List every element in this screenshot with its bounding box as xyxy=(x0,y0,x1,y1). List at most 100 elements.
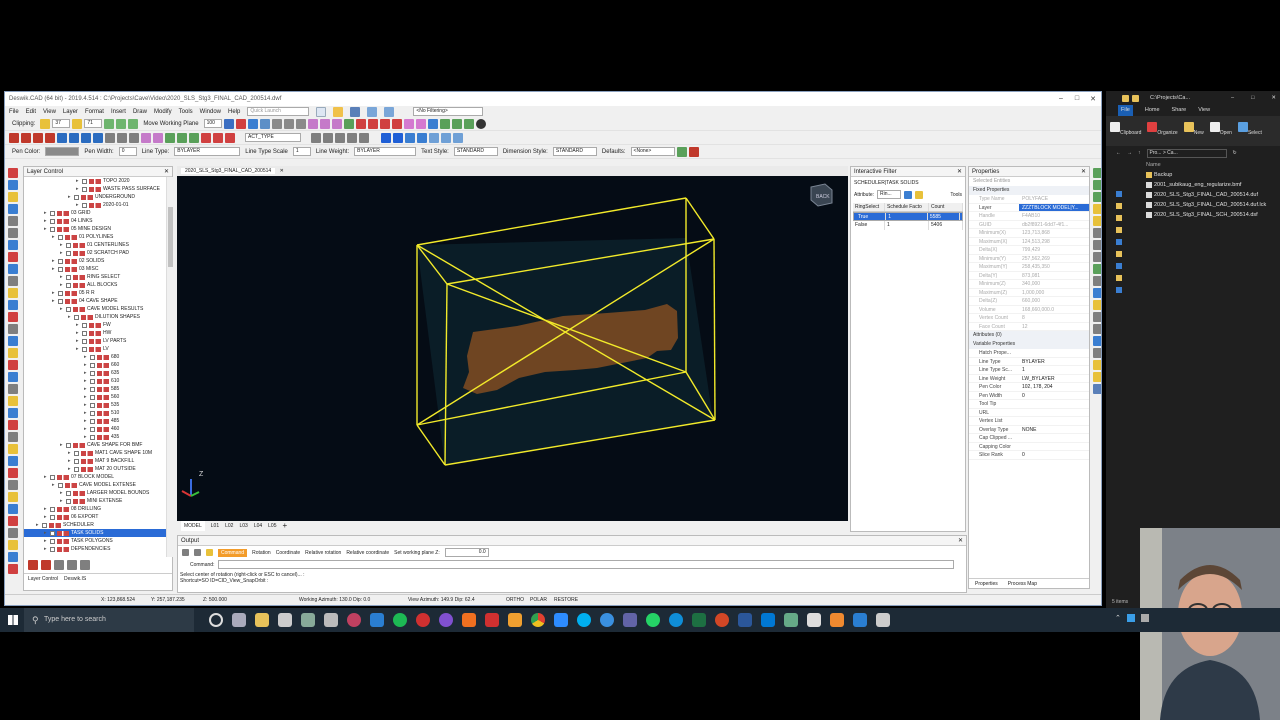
tool-strip-icon[interactable] xyxy=(8,252,18,262)
fixed-properties-header[interactable]: Fixed Properties xyxy=(969,186,1089,195)
render-icon-2[interactable] xyxy=(355,118,366,129)
maximize-icon[interactable]: □ xyxy=(1251,95,1268,101)
dimension-style-select[interactable]: STANDARD xyxy=(552,147,597,156)
property-row[interactable]: Vertex Count 8 xyxy=(969,314,1089,323)
app-icon[interactable] xyxy=(852,613,867,627)
file-explorer-icon[interactable] xyxy=(254,613,269,627)
tool-strip-icon[interactable] xyxy=(8,192,18,202)
save-icon[interactable] xyxy=(350,106,361,117)
layer-tree-item[interactable]: ▸ DEPENDENCIES xyxy=(24,545,166,553)
layer-visibility-checkbox[interactable] xyxy=(82,202,87,208)
col-ringselect[interactable]: RingSelect xyxy=(853,203,885,211)
tool-icon-6[interactable] xyxy=(463,118,474,129)
layer-tree-item[interactable]: ▸ 01 CENTERLINES xyxy=(24,241,166,249)
property-row[interactable]: Face Count 12 xyxy=(969,323,1089,331)
line-type-scale-input[interactable]: 1 xyxy=(292,147,311,156)
layer-visibility-checkbox[interactable] xyxy=(58,266,63,272)
variable-properties-header[interactable]: Variable Properties xyxy=(969,340,1089,349)
pen-color-select[interactable] xyxy=(45,147,80,156)
right-tool-icon[interactable] xyxy=(1093,288,1101,298)
whatsapp-icon[interactable] xyxy=(645,613,660,627)
app-icon[interactable] xyxy=(438,613,453,627)
layer-state-icon[interactable] xyxy=(57,506,69,512)
layer-state-icon[interactable] xyxy=(73,242,85,248)
layer-visibility-checkbox[interactable] xyxy=(90,370,95,376)
layer-tree-item[interactable]: ▸ 435 xyxy=(24,433,166,441)
layer-visibility-checkbox[interactable] xyxy=(50,538,55,544)
tab-l03[interactable]: L03 xyxy=(239,521,247,531)
col-count[interactable]: Count xyxy=(929,203,963,211)
layer-visibility-checkbox[interactable] xyxy=(90,362,95,368)
tool-strip-icon[interactable] xyxy=(8,300,18,310)
filter-icon-2[interactable] xyxy=(323,132,333,143)
back-icon[interactable]: ← xyxy=(1116,150,1121,156)
excel-icon[interactable] xyxy=(691,613,706,627)
tool-strip-icon[interactable] xyxy=(8,552,18,562)
arrow-down-icon[interactable] xyxy=(223,118,234,129)
view-icon[interactable] xyxy=(104,118,115,129)
nav-pane-icon[interactable] xyxy=(1116,227,1122,233)
layer-tree-item[interactable]: ▸ 535 xyxy=(24,401,166,409)
layer-state-icon[interactable] xyxy=(89,322,101,328)
clip-a-input[interactable]: 37 xyxy=(52,119,71,128)
layer-state-icon[interactable] xyxy=(73,306,85,312)
selected-entities[interactable]: Selected Entities xyxy=(969,177,1089,186)
layer-state-icon[interactable] xyxy=(65,298,77,304)
layer-visibility-checkbox[interactable] xyxy=(66,306,71,312)
task-view-icon[interactable] xyxy=(231,613,246,627)
render-icon-5[interactable] xyxy=(391,118,402,129)
relative-coordinate-button[interactable]: Relative coordinate xyxy=(346,550,389,556)
refresh-icon[interactable]: ↻ xyxy=(1233,150,1237,156)
tool-strip-icon[interactable] xyxy=(8,264,18,274)
property-row[interactable]: Minimum(X) 123,713,868 xyxy=(969,229,1089,238)
app-icon[interactable] xyxy=(484,613,499,627)
layer-state-icon[interactable] xyxy=(57,226,69,232)
property-row[interactable]: Layer ZZZTBLOCK MODEL|Y... xyxy=(969,203,1089,212)
right-tool-icon[interactable] xyxy=(1093,336,1101,346)
layer-state-icon[interactable] xyxy=(97,394,109,400)
layer-tree-item[interactable]: ▸ MAT1 CAVE SHAPE 10M xyxy=(24,449,166,457)
edge-icon[interactable] xyxy=(668,613,683,627)
layer-tree-item[interactable]: ▸ 06 EXPORT xyxy=(24,513,166,521)
layer-icon-3[interactable] xyxy=(33,132,43,143)
tab-process-map[interactable]: Process Map xyxy=(1008,579,1037,588)
layer-filter-icon[interactable] xyxy=(54,560,64,570)
layer-state-icon[interactable] xyxy=(73,442,85,448)
layer-icon-16[interactable] xyxy=(189,132,199,143)
layer-visibility-checkbox[interactable] xyxy=(58,290,63,296)
color-icon-blue-3[interactable] xyxy=(405,132,415,143)
color-icon-blue[interactable] xyxy=(381,132,391,143)
outlook-icon[interactable] xyxy=(760,613,775,627)
tool-strip-icon[interactable] xyxy=(8,384,18,394)
layer-tree-item[interactable]: ▸ RING SELECT xyxy=(24,273,166,281)
app-icon[interactable] xyxy=(369,613,384,627)
nav-cube[interactable]: BACK xyxy=(810,183,833,207)
property-row[interactable]: Delta(X) 799,429 xyxy=(969,246,1089,255)
layer-tree-item[interactable]: ▸ 585 xyxy=(24,385,166,393)
tab-view[interactable]: View xyxy=(1198,105,1210,116)
layer-tree-item[interactable]: ▸ 635 xyxy=(24,369,166,377)
tool-strip-icon[interactable] xyxy=(8,288,18,298)
render-icon[interactable] xyxy=(343,118,354,129)
view-icon-2[interactable] xyxy=(116,118,127,129)
layer-tree-item[interactable]: ▸ HW xyxy=(24,329,166,337)
layer-visibility-checkbox[interactable] xyxy=(90,426,95,432)
tab-l01[interactable]: L01 xyxy=(211,521,219,531)
scrollbar-thumb[interactable] xyxy=(168,207,173,267)
layer-state-icon[interactable] xyxy=(97,402,109,408)
right-tool-icon[interactable] xyxy=(1093,384,1101,394)
layer-visibility-checkbox[interactable] xyxy=(66,250,71,256)
layer-visibility-checkbox[interactable] xyxy=(74,314,79,320)
layer-state-icon[interactable] xyxy=(97,354,109,360)
right-tool-icon[interactable] xyxy=(1093,240,1101,250)
line-type-select[interactable]: BYLAYER xyxy=(174,147,241,156)
layer-icon-14[interactable] xyxy=(165,132,175,143)
property-row[interactable]: Delta(Z) 660,000 xyxy=(969,297,1089,306)
deswik-icon[interactable] xyxy=(829,613,844,627)
panel-close-icon[interactable]: ✕ xyxy=(957,167,965,177)
layer-state-icon[interactable] xyxy=(97,418,109,424)
layer-icon-6[interactable] xyxy=(69,132,79,143)
tab-l02[interactable]: L02 xyxy=(225,521,233,531)
property-row[interactable]: Hatch Prope... xyxy=(969,349,1089,358)
app-icon[interactable] xyxy=(875,613,890,627)
